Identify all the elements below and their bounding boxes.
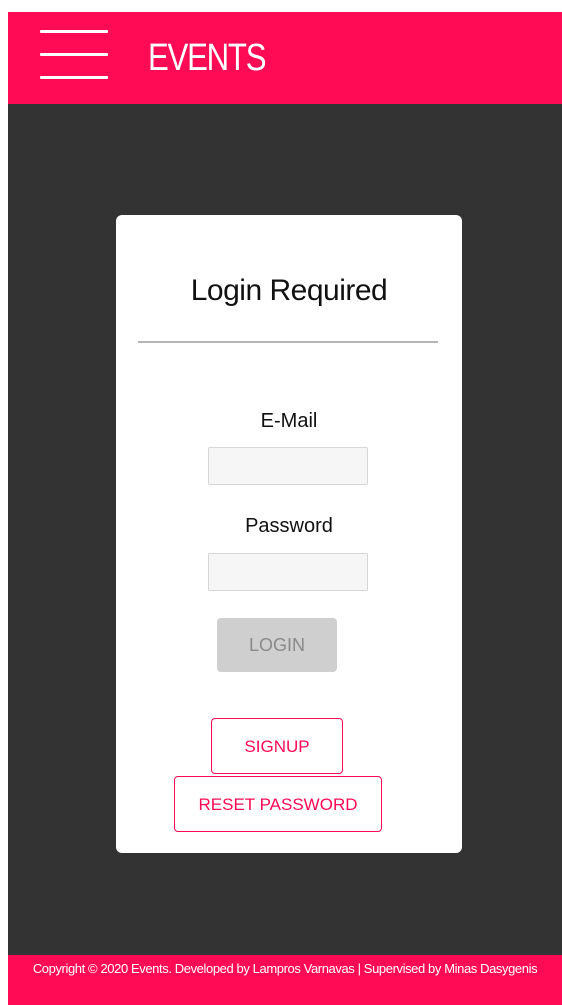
hamburger-menu-icon[interactable]	[40, 26, 110, 82]
login-title: Login Required	[190, 274, 388, 307]
login-button[interactable]: LOGIN	[217, 618, 337, 672]
reset-password-button[interactable]: RESET PASSWORD	[174, 776, 382, 832]
hamburger-line	[40, 53, 108, 56]
hamburger-line	[40, 76, 108, 79]
password-input[interactable]	[208, 553, 368, 591]
brand-title[interactable]: EVENTS	[148, 34, 267, 82]
email-input[interactable]	[208, 447, 368, 485]
copyright-text: Copyright © 2020 Events. Developed by La…	[32, 961, 538, 976]
top-navbar: EVENTS	[8, 12, 562, 104]
title-divider	[138, 341, 438, 343]
password-label: Password	[245, 515, 333, 537]
app-container: EVENTS Login Required E-Mail Password LO…	[8, 12, 562, 1005]
signup-button[interactable]: SIGNUP	[211, 718, 343, 774]
footer: Copyright © 2020 Events. Developed by La…	[8, 955, 562, 1005]
hamburger-line	[40, 30, 108, 33]
email-label: E-Mail	[260, 410, 318, 432]
login-card: Login Required E-Mail Password LOGIN SIG…	[116, 215, 462, 853]
